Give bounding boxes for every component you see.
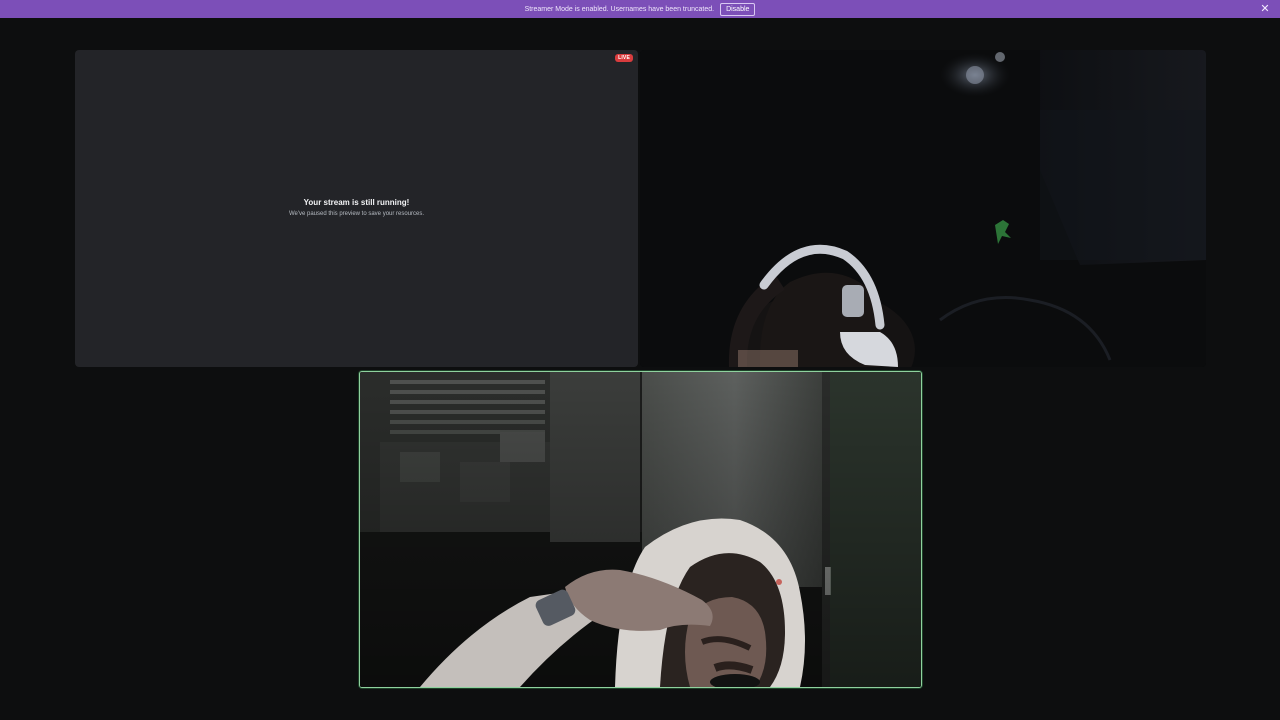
live-badge: LIVE [615, 54, 633, 62]
camera-tile-secondary[interactable] [640, 50, 1206, 367]
stream-preview-tile[interactable]: LIVE Your stream is still running! We've… [75, 50, 638, 367]
camera-feed-main [360, 372, 921, 687]
streamer-mode-banner: Streamer Mode is enabled. Usernames have… [0, 0, 1280, 18]
paused-preview-message: Your stream is still running! We've paus… [75, 198, 638, 217]
paused-preview-subtitle: We've paused this preview to save your r… [288, 211, 425, 217]
streamer-mode-message: Streamer Mode is enabled. Usernames have… [524, 5, 715, 13]
camera-tile-speaking[interactable] [359, 371, 922, 688]
paused-preview-title: Your stream is still running! [303, 198, 410, 207]
camera-feed-secondary [640, 50, 1206, 367]
close-icon[interactable]: ✕ [1259, 3, 1271, 15]
disable-streamer-mode-button[interactable]: Disable [720, 2, 756, 16]
